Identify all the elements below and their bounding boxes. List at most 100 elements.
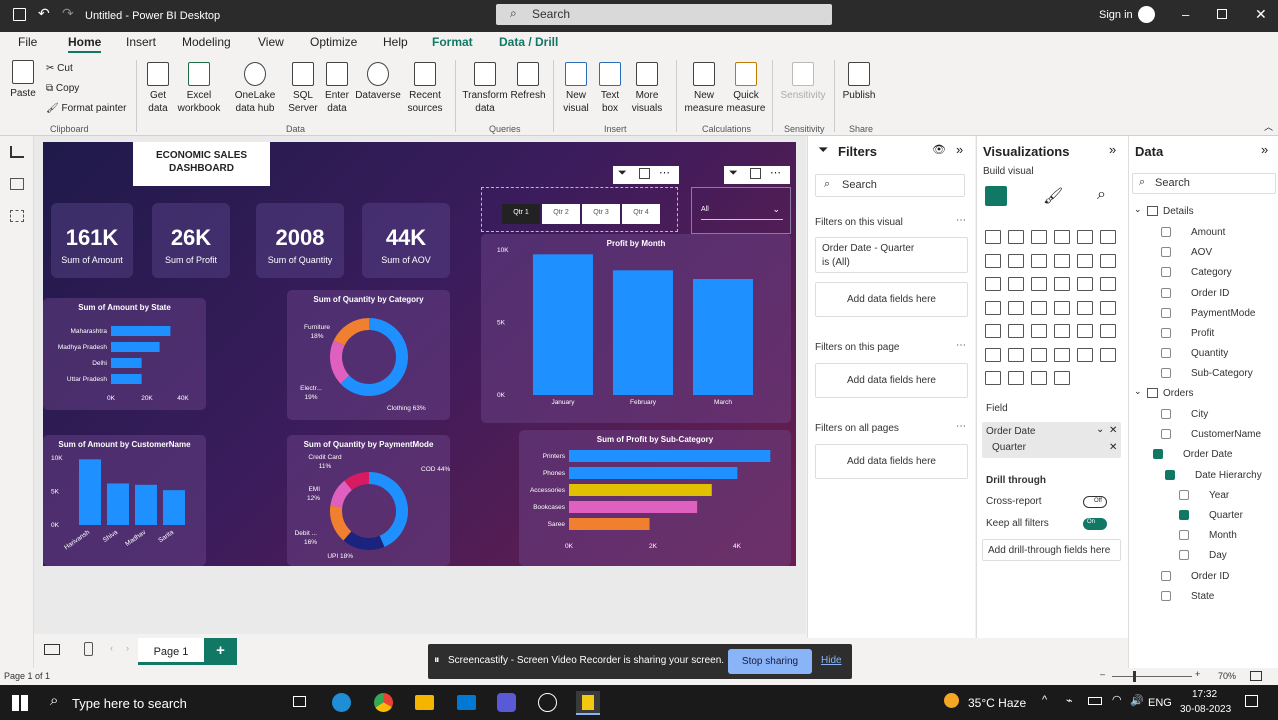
clock-time[interactable]: 17:32 — [1192, 689, 1217, 700]
chart-amount-by-customer[interactable]: Sum of Amount by CustomerName 0K 5K 10K Har… — [43, 435, 206, 566]
more-options-icon[interactable]: ⋯ — [956, 215, 966, 226]
fit-page-icon[interactable] — [1250, 671, 1262, 681]
tab-insert[interactable]: Insert — [126, 35, 156, 49]
new-visual-button[interactable]: New visual — [560, 62, 592, 115]
field-checkbox[interactable] — [1161, 328, 1171, 338]
clustered-bar-visual-icon[interactable] — [1031, 230, 1047, 244]
pause-icon[interactable]: ⏸ — [434, 654, 440, 667]
text-box-button[interactable]: Text box — [595, 62, 625, 115]
chevron-down-icon[interactable]: ⌄ — [1096, 424, 1104, 435]
table-view-icon[interactable] — [10, 178, 24, 190]
tab-data-drill[interactable]: Data / Drill — [499, 35, 558, 49]
account-icon[interactable] — [1138, 6, 1155, 23]
field-checkbox[interactable] — [1153, 449, 1163, 460]
remove-field-icon[interactable]: ✕ — [1109, 442, 1117, 453]
field-customername[interactable]: CustomerName — [1191, 429, 1261, 440]
field-sub-category[interactable]: Sub-Category — [1191, 368, 1253, 379]
chart-profit-by-subcategory[interactable]: Sum of Profit by Sub-Category Printers Ph… — [519, 430, 791, 566]
line-column-visual-icon[interactable] — [1054, 253, 1070, 268]
add-data-fields-visual[interactable]: Add data fields here — [815, 282, 968, 317]
show-hidden-icons[interactable]: ^ — [1042, 694, 1047, 706]
stacked-column-visual-icon[interactable] — [1008, 230, 1024, 244]
publish-button[interactable]: Publish — [840, 62, 878, 102]
mail-icon[interactable] — [457, 695, 476, 710]
excel-button[interactable]: Excel workbook — [176, 62, 222, 115]
ribbon-visual-icon[interactable] — [1100, 253, 1116, 268]
file-explorer-icon[interactable] — [415, 695, 434, 710]
save-icon[interactable] — [13, 8, 26, 21]
gauge-visual-icon[interactable] — [1054, 300, 1070, 315]
enter-data-button[interactable]: Enter data — [322, 62, 352, 115]
table-details[interactable]: Details — [1163, 206, 1194, 217]
format-visual-icon[interactable]: 🖌 — [1043, 186, 1063, 206]
network-icon[interactable]: ⌁ — [1066, 694, 1073, 707]
tab-view[interactable]: View — [258, 35, 284, 49]
area-visual-icon[interactable] — [1008, 253, 1024, 268]
filters-search[interactable]: ⌕ Search — [815, 174, 965, 197]
field-day[interactable]: Day — [1209, 550, 1227, 561]
qa-visual-icon[interactable] — [1031, 347, 1047, 362]
chart-quantity-by-payment[interactable]: Sum of Quantity by PaymentMode COD 44% UP… — [287, 435, 450, 566]
cross-report-toggle[interactable]: Off — [1083, 496, 1107, 508]
power-apps-visual-icon[interactable] — [985, 371, 1001, 385]
r-visual-visual-icon[interactable] — [1077, 324, 1093, 338]
kpi-card-quantity[interactable]: 2008 Sum of Quantity — [256, 203, 344, 278]
weather-text[interactable]: 35°C Haze — [968, 696, 1026, 710]
tab-modeling[interactable]: Modeling — [182, 35, 231, 49]
collapse-filters-icon[interactable]: » — [956, 142, 963, 157]
filter-icon[interactable]: ⏷ — [729, 167, 738, 180]
sign-in-link[interactable]: Sign in — [1099, 9, 1133, 21]
zoom-slider[interactable] — [1112, 676, 1192, 677]
field-checkbox[interactable] — [1179, 510, 1189, 520]
battery-icon[interactable] — [1088, 697, 1102, 705]
filled-map-visual-icon[interactable] — [1008, 300, 1024, 315]
field-paymentmode[interactable]: PaymentMode — [1191, 308, 1255, 319]
field-order-id[interactable]: Order ID — [1191, 571, 1229, 582]
dropdown-select[interactable]: All ⌄ — [701, 204, 783, 220]
data-search[interactable]: ⌕ Search — [1132, 173, 1276, 194]
multirow-card-visual-icon[interactable] — [1100, 300, 1116, 315]
pie-visual-icon[interactable] — [1054, 277, 1070, 291]
slicer-option-qtr4[interactable]: Qtr 4 — [622, 204, 660, 224]
global-search[interactable]: ⌕ Search — [496, 4, 832, 25]
field-year[interactable]: Year — [1209, 490, 1229, 501]
volume-icon[interactable]: 🔊 — [1130, 694, 1144, 707]
field-order-date[interactable]: Order Date — [1183, 449, 1232, 460]
more-options-icon[interactable]: ⋯ — [956, 340, 966, 351]
slicer-visual-icon[interactable] — [1008, 324, 1024, 338]
refresh-button[interactable]: Refresh — [510, 62, 546, 102]
zoom-out-icon[interactable]: – — [1100, 669, 1105, 679]
field-checkbox[interactable] — [1161, 570, 1171, 581]
more-options-icon[interactable]: ⋯ — [770, 166, 781, 179]
field-checkbox[interactable] — [1179, 489, 1189, 500]
language-indicator[interactable]: ENG — [1148, 697, 1172, 709]
arcgis-visual-icon[interactable] — [1031, 371, 1047, 385]
clustered-column-visual-icon[interactable] — [1054, 230, 1070, 244]
filter-card-order-date[interactable]: Order Date - Quarter is (All) — [815, 237, 968, 273]
field-well-item-order-date[interactable]: Order Date — [986, 426, 1035, 437]
next-page-icon[interactable]: › — [126, 643, 129, 653]
field-state[interactable]: State — [1191, 591, 1214, 602]
chevron-down-icon[interactable]: ⌄ — [1134, 386, 1142, 397]
field-checkbox[interactable] — [1161, 409, 1171, 419]
collapse-data-icon[interactable]: » — [1261, 142, 1268, 157]
dell-icon[interactable] — [538, 693, 557, 712]
analytics-icon[interactable]: ⌕ — [1097, 186, 1106, 204]
field-profit[interactable]: Profit — [1191, 328, 1214, 339]
kpi-card-profit[interactable]: 26K Sum of Profit — [152, 203, 230, 278]
tab-format[interactable]: Format — [432, 35, 473, 49]
desktop-layout-icon[interactable] — [44, 644, 60, 655]
chart-amount-by-state[interactable]: Sum of Amount by State Maharashtra Madhya… — [43, 298, 206, 410]
eye-icon[interactable]: 👁 — [932, 143, 946, 156]
add-drill-through-fields[interactable]: Add drill-through fields here — [982, 539, 1121, 561]
maximize-icon[interactable] — [1217, 9, 1227, 19]
taskbar-search[interactable]: Type here to search — [72, 696, 187, 711]
line-visual-icon[interactable] — [985, 253, 1001, 268]
add-page-button[interactable]: + — [204, 638, 237, 665]
field-date-hierarchy[interactable]: Date Hierarchy — [1195, 470, 1262, 481]
matrix-visual-icon[interactable] — [1054, 324, 1070, 338]
field-checkbox[interactable] — [1161, 247, 1171, 258]
format-painter-button[interactable]: 🖌 Format painter — [46, 102, 127, 115]
redo-icon[interactable]: ↷ — [62, 5, 74, 22]
field-month[interactable]: Month — [1209, 530, 1237, 541]
